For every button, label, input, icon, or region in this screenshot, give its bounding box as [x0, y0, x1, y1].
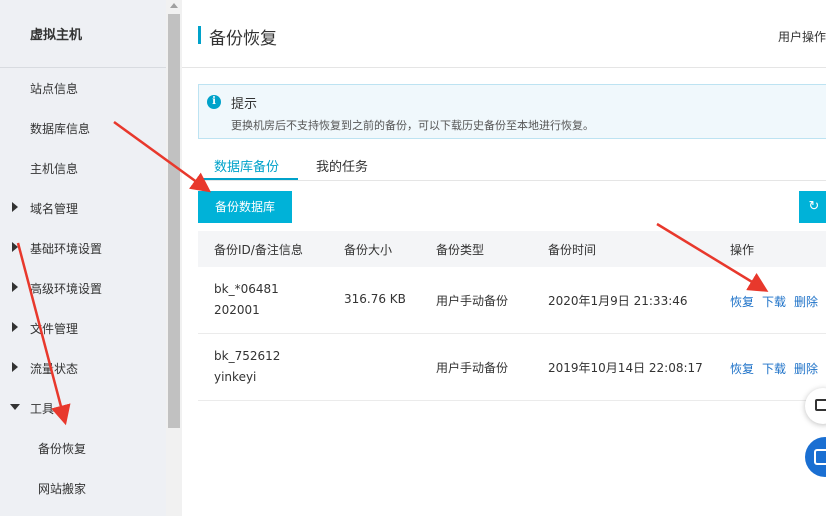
sidebar-item-label: 备份恢复 [38, 442, 87, 456]
user-operations-link[interactable]: 用户操作 [778, 28, 826, 45]
table-row: bk_752612 yinkeyi 用户手动备份 2019年10月14日 22:… [198, 334, 826, 401]
title-accent-bar [198, 26, 201, 44]
sidebar-item-basic-env[interactable]: 基础环境设置 [0, 228, 166, 268]
sidebar-item-label: 工具 [30, 402, 55, 416]
chevron-right-icon [12, 362, 18, 372]
column-header: 操作 [730, 243, 755, 257]
sidebar-item-label: 域名管理 [30, 202, 79, 216]
backup-size: 316.76 KB [344, 292, 406, 306]
tab-database-backup[interactable]: 数据库备份 [214, 156, 279, 175]
sidebar-item-tools[interactable]: 工具 [0, 388, 166, 428]
scrollbar-thumb[interactable] [168, 14, 180, 428]
refresh-icon: ↻ [808, 199, 820, 214]
download-link[interactable]: 下载 [762, 360, 786, 377]
column-header: 备份ID/备注信息 [214, 243, 303, 257]
tab-my-tasks[interactable]: 我的任务 [316, 156, 368, 175]
chat-icon [815, 399, 826, 411]
download-link[interactable]: 下载 [762, 293, 786, 310]
apps-icon [814, 449, 826, 465]
chevron-down-icon [10, 404, 20, 410]
notice-box: i 提示 更换机房后不支持恢复到之前的备份，可以下载历史备份至本地进行恢复。 [198, 84, 826, 139]
sidebar-item-label: 数据库信息 [30, 122, 91, 136]
notice-title: 提示 [231, 97, 258, 112]
sidebar-item-label: 流量状态 [30, 362, 79, 376]
delete-link[interactable]: 删除 [794, 293, 818, 310]
backup-type: 用户手动备份 [436, 361, 509, 375]
sidebar-item-advanced-env[interactable]: 高级环境设置 [0, 268, 166, 308]
tab-active-underline [198, 178, 298, 180]
chevron-right-icon [12, 322, 18, 332]
table-header: 备份ID/备注信息 备份大小 备份类型 备份时间 操作 [198, 231, 826, 267]
sidebar-item-domain[interactable]: 域名管理 [0, 188, 166, 228]
backup-id: bk_*06481 [214, 282, 279, 296]
sidebar-item-label: 文件管理 [30, 322, 79, 336]
delete-link[interactable]: 删除 [794, 360, 818, 377]
refresh-button[interactable]: ↻ [799, 191, 826, 223]
chevron-right-icon [12, 242, 18, 252]
info-icon: i [207, 95, 221, 109]
sidebar-item-label: 主机信息 [30, 162, 79, 176]
chevron-right-icon [12, 202, 18, 212]
sidebar-item-traffic[interactable]: 流量状态 [0, 348, 166, 388]
backup-time: 2020年1月9日 21:33:46 [548, 294, 688, 308]
tabs-divider [198, 180, 826, 181]
column-header: 备份时间 [548, 243, 597, 257]
column-header: 备份类型 [436, 243, 485, 257]
notice-text: 更换机房后不支持恢复到之前的备份，可以下载历史备份至本地进行恢复。 [231, 119, 594, 132]
scroll-up-icon[interactable] [170, 3, 178, 8]
restore-link[interactable]: 恢复 [730, 293, 754, 310]
restore-link[interactable]: 恢复 [730, 360, 754, 377]
chevron-right-icon [12, 282, 18, 292]
sidebar: 虚拟主机 站点信息 数据库信息 主机信息 域名管理 基础环境设置 高级环境设置 … [0, 0, 166, 516]
sidebar-item-site-migration[interactable]: 网站搬家 [0, 468, 166, 508]
sidebar-item-site-info[interactable]: 站点信息 [0, 68, 166, 108]
sidebar-title: 虚拟主机 [30, 28, 83, 43]
column-header: 备份大小 [344, 243, 393, 257]
backup-database-button[interactable]: 备份数据库 [198, 191, 292, 223]
sidebar-item-label: 站点信息 [30, 82, 79, 96]
sidebar-item-label: 高级环境设置 [30, 282, 103, 296]
sidebar-item-label: 基础环境设置 [30, 242, 103, 256]
sidebar-item-backup-restore[interactable]: 备份恢复 [0, 428, 166, 468]
sidebar-item-label: 网站搬家 [38, 482, 87, 496]
table-row: bk_*06481 202001 316.76 KB 用户手动备份 2020年1… [198, 267, 826, 334]
backup-note: yinkeyi [214, 370, 257, 384]
sidebar-item-file-manager[interactable]: 文件管理 [0, 308, 166, 348]
backup-type: 用户手动备份 [436, 294, 509, 308]
sidebar-item-database-info[interactable]: 数据库信息 [0, 108, 166, 148]
backup-note: 202001 [214, 303, 260, 317]
backup-time: 2019年10月14日 22:08:17 [548, 361, 703, 375]
header-divider [182, 67, 826, 68]
backup-id: bk_752612 [214, 349, 281, 363]
sidebar-item-host-info[interactable]: 主机信息 [0, 148, 166, 188]
page-title: 备份恢复 [209, 29, 277, 49]
